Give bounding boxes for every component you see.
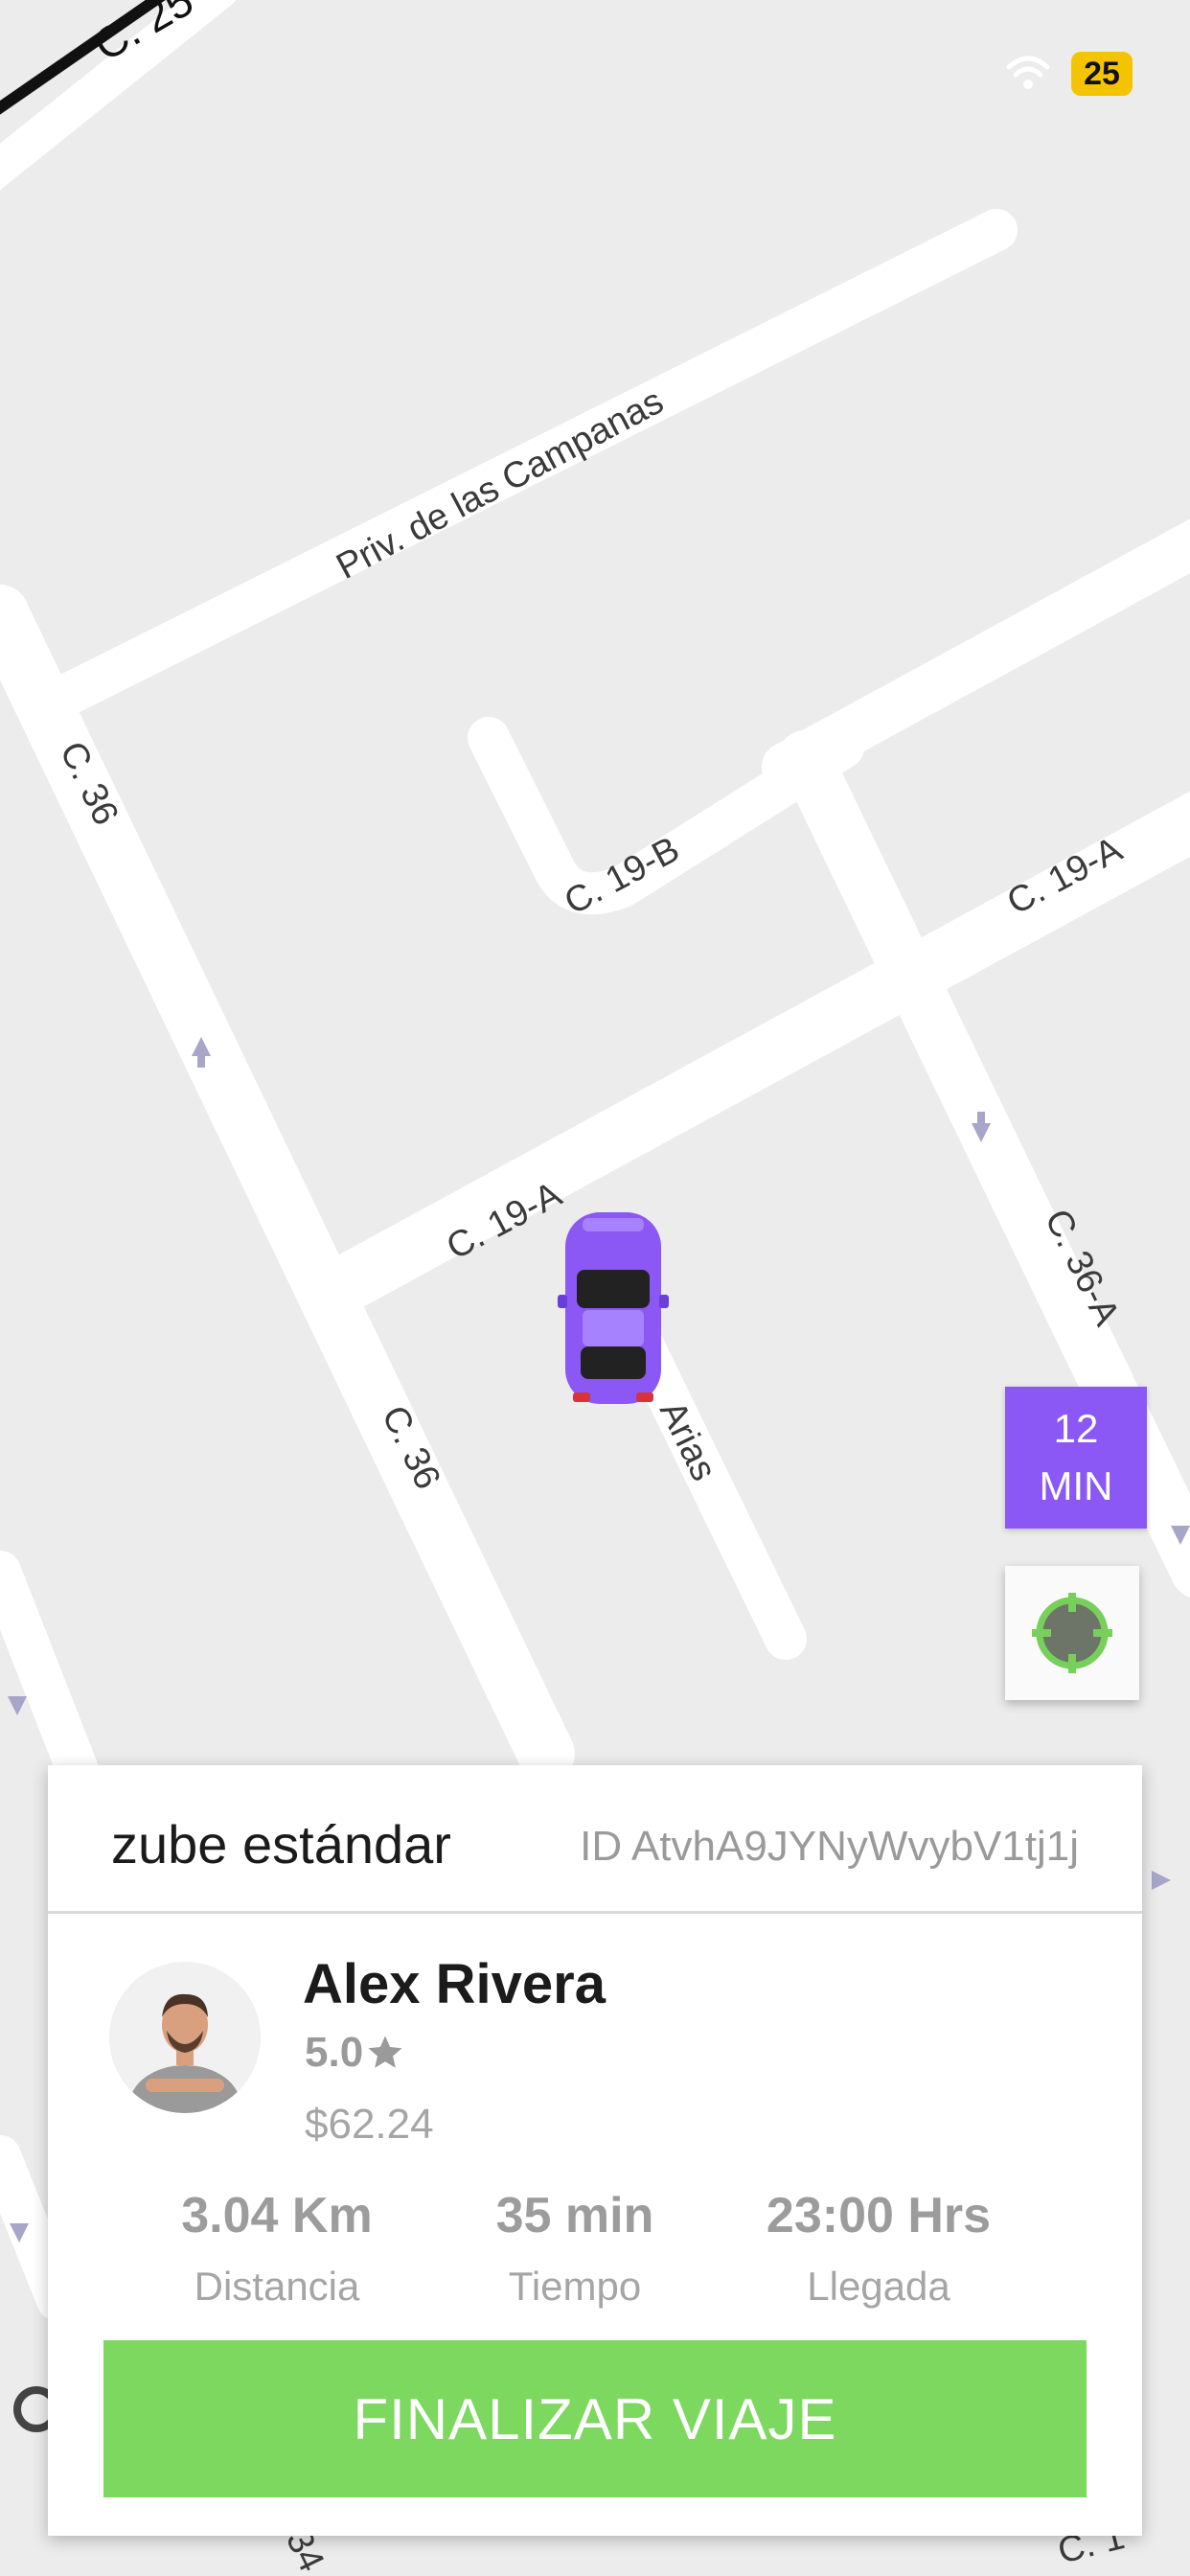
stat-value: 23:00 Hrs [766, 2188, 992, 2243]
vehicle-icon [558, 1212, 669, 1404]
stat-value: 3.04 Km [181, 2188, 373, 2243]
star-icon [368, 2036, 402, 2068]
recenter-location-button[interactable] [1005, 1566, 1139, 1700]
stat-distance: 3.04 Km Distancia [119, 2187, 435, 2310]
driver-rating: 5.0 [305, 2029, 405, 2077]
stat-label: Tiempo [508, 2264, 642, 2309]
battery-indicator: 25 [1071, 52, 1133, 96]
stat-time: 35 min Tiempo [417, 2187, 733, 2310]
trip-card-header: zube estándar ID AtvhA9JYNyWvybV1tj1j [48, 1765, 1142, 1914]
eta-badge: 12 MIN [1005, 1387, 1147, 1529]
stat-label: Llegada [807, 2264, 950, 2309]
rating-value: 5.0 [305, 2029, 364, 2076]
stat-label: Distancia [194, 2264, 360, 2309]
trip-card: zube estándar ID AtvhA9JYNyWvybV1tj1j Al… [48, 1765, 1142, 2536]
stat-arrival: 23:00 Hrs Llegada [721, 2187, 1037, 2310]
stat-value: 35 min [495, 2188, 654, 2243]
trip-id: ID AtvhA9JYNyWvybV1tj1j [580, 1823, 1079, 1870]
eta-unit: MIN [1039, 1463, 1113, 1508]
wifi-icon [1006, 56, 1050, 89]
finish-trip-button[interactable]: FINALIZAR VIAJE [103, 2340, 1087, 2497]
trip-price: $62.24 [305, 2101, 434, 2148]
service-name: zube estándar [111, 1814, 451, 1874]
eta-value: 12 [1053, 1406, 1099, 1451]
crosshair-icon [1032, 1593, 1112, 1673]
driver-avatar [109, 1962, 261, 2113]
driver-name: Alex Rivera [303, 1953, 606, 2015]
status-bar: 25 [0, 0, 1190, 144]
